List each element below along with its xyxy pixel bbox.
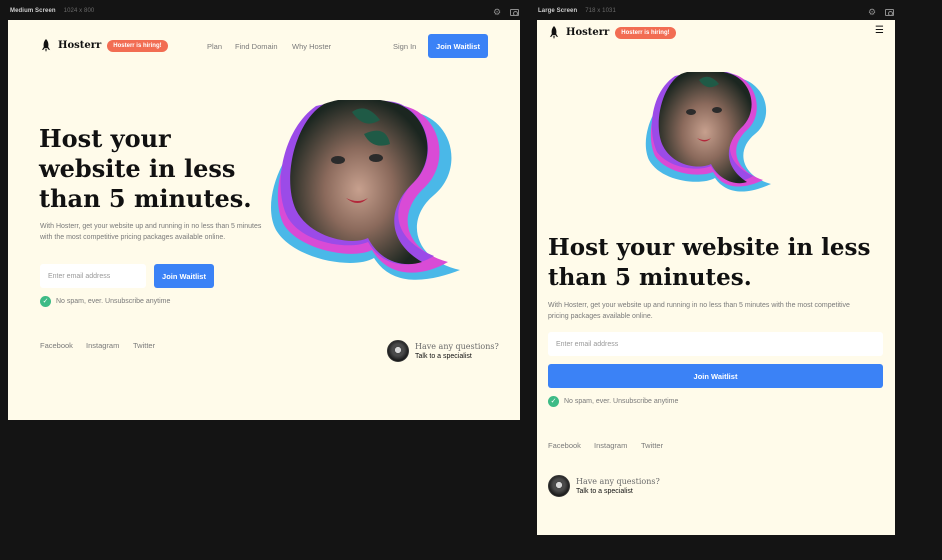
logo[interactable]: Hosterr Hosterr is hiring! [548,26,676,39]
brand-name: Hosterr [58,40,102,51]
hiring-badge[interactable]: Hosterr is hiring! [107,39,168,52]
social-facebook[interactable]: Facebook [40,341,73,350]
talk-to-specialist-link[interactable]: Talk to a specialist [415,353,499,360]
gear-icon[interactable]: ⚙ [867,7,877,17]
hero-portrait-image [645,72,771,192]
frame-tools-medium: ⚙ [492,7,520,17]
contact-question: Have any questions? [576,477,660,486]
hero-headline: Host your website in less than 5 minutes… [548,234,871,291]
contact-specialist[interactable]: Have any questions? Talk to a specialist [548,475,660,497]
join-waitlist-button[interactable]: Join Waitlist [428,34,488,58]
nav-find-domain[interactable]: Find Domain [235,42,278,51]
hero-description: With Hosterr, get your website up and ru… [548,302,850,320]
talk-to-specialist-link[interactable]: Talk to a specialist [576,488,660,495]
check-circle-icon: ✓ [548,396,559,407]
viewport-large: Hosterr Hosterr is hiring! ☰ Host your w… [537,20,895,535]
frame-label-medium: Medium Screen 1024 x 800 [10,8,94,14]
nav-plan[interactable]: Plan [207,42,222,51]
menu-icon[interactable]: ☰ [875,25,884,36]
social-instagram[interactable]: Instagram [594,441,627,450]
hero-portrait-image [271,100,460,280]
frame-title: Large Screen [538,8,578,14]
hero-description: With Hosterr, get your website up and ru… [40,223,262,241]
no-spam-note: ✓ No spam, ever. Unsubscribe anytime [40,296,170,307]
no-spam-text: No spam, ever. Unsubscribe anytime [564,398,679,405]
frame-size: 1024 x 800 [63,8,95,14]
social-facebook[interactable]: Facebook [548,441,581,450]
rocket-icon [41,39,51,52]
check-circle-icon: ✓ [40,296,51,307]
frame-label-large: Large Screen 718 x 1031 [538,8,616,14]
contact-question: Have any questions? [415,342,499,351]
nav-why-hoster[interactable]: Why Hoster [292,42,331,51]
avatar [548,475,570,497]
hero-join-waitlist-button[interactable]: Join Waitlist [154,264,214,288]
contact-specialist[interactable]: Have any questions? Talk to a specialist [387,340,499,362]
hero-headline: Host your website in less than 5 minutes… [39,124,252,213]
camera-icon[interactable] [510,7,520,17]
rocket-icon [549,26,559,39]
hero-join-waitlist-button[interactable]: Join Waitlist [548,364,883,388]
social-twitter[interactable]: Twitter [133,341,155,350]
no-spam-note: ✓ No spam, ever. Unsubscribe anytime [548,396,678,407]
social-twitter[interactable]: Twitter [641,441,663,450]
no-spam-text: No spam, ever. Unsubscribe anytime [56,298,171,305]
email-input[interactable]: Enter email address [548,332,883,356]
brand-name: Hosterr [566,27,610,38]
hiring-badge[interactable]: Hosterr is hiring! [615,26,676,39]
gear-icon[interactable]: ⚙ [492,7,502,17]
nav-sign-in[interactable]: Sign In [393,42,416,51]
avatar [387,340,409,362]
frame-tools-large: ⚙ [867,7,895,17]
frame-size: 718 x 1031 [585,8,616,14]
frame-title: Medium Screen [10,8,56,14]
logo[interactable]: Hosterr Hosterr is hiring! [40,39,168,52]
camera-icon[interactable] [885,7,895,17]
viewport-medium: Hosterr Hosterr is hiring! Plan Find Dom… [8,20,520,420]
email-input[interactable]: Enter email address [40,264,146,288]
social-instagram[interactable]: Instagram [86,341,119,350]
